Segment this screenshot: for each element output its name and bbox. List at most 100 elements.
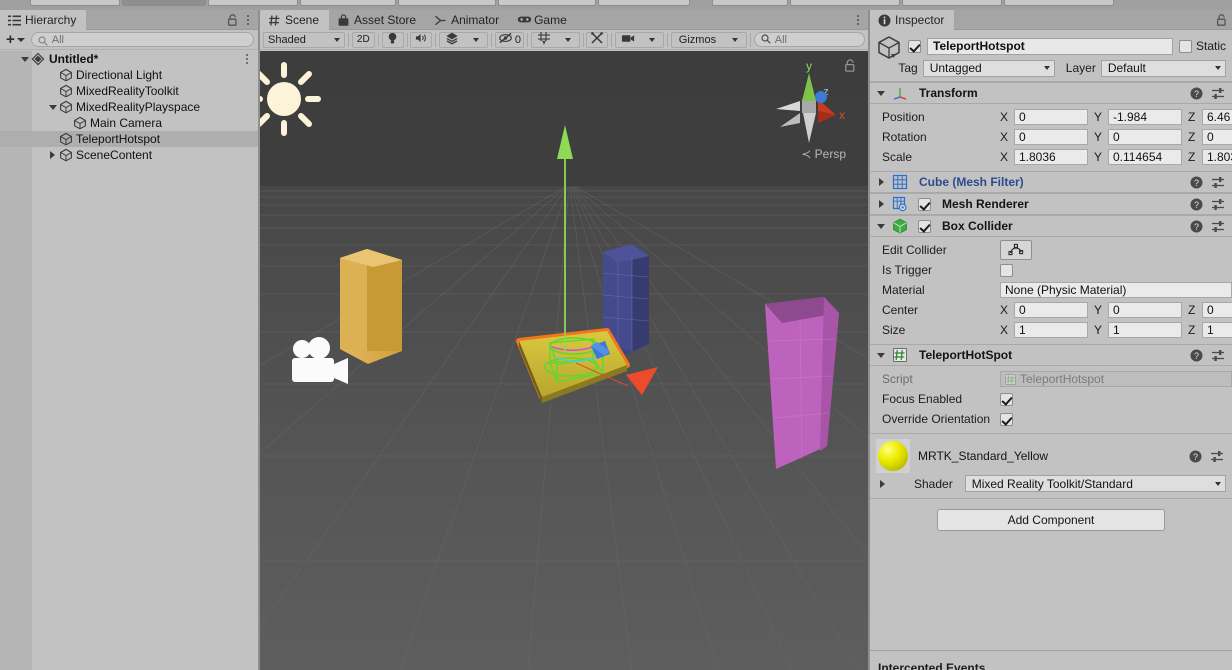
create-object-button[interactable]: + <box>4 32 27 48</box>
tab-game[interactable]: Game <box>509 10 577 30</box>
grid-snap-button[interactable] <box>532 32 556 48</box>
hidden-objects-button[interactable]: 0 <box>494 31 524 48</box>
preset-settings-icon[interactable] <box>1211 349 1225 362</box>
component-header[interactable]: Mesh Renderer? <box>870 193 1232 215</box>
fx-dropdown-group[interactable] <box>439 31 489 48</box>
help-icon[interactable]: ? <box>1190 198 1203 211</box>
object-enabled-checkbox[interactable] <box>908 39 921 53</box>
scene-camera-group[interactable] <box>615 31 665 48</box>
static-checkbox[interactable] <box>1178 39 1192 53</box>
toolbar-rotate-tool[interactable] <box>208 0 298 6</box>
grid-options-button[interactable] <box>557 32 579 48</box>
hierarchy-menu-icon[interactable] <box>242 13 253 27</box>
static-toggle[interactable]: Static <box>1178 39 1226 53</box>
help-icon[interactable]: ? <box>1190 349 1203 362</box>
toolbar-play-button[interactable] <box>712 0 788 6</box>
toolbar-move-tool[interactable] <box>122 0 206 6</box>
lock-icon[interactable] <box>1216 14 1227 26</box>
help-icon[interactable]: ? <box>1190 220 1203 233</box>
component-foldout[interactable] <box>875 352 887 358</box>
hierarchy-item-teleporthotspot[interactable]: TeleportHotspot <box>0 131 258 147</box>
scene-context-menu-icon[interactable] <box>241 52 252 66</box>
component-foldout[interactable] <box>875 178 887 186</box>
field-y[interactable]: 1 <box>1108 322 1182 338</box>
component-header[interactable]: Cube (Mesh Filter)? <box>870 171 1232 193</box>
preset-settings-icon[interactable] <box>1211 87 1225 100</box>
grid-snap-group[interactable] <box>530 31 580 48</box>
help-icon[interactable]: ? <box>1190 87 1203 100</box>
component-enabled-checkbox[interactable] <box>918 197 931 211</box>
field-z[interactable]: 1.80360 <box>1202 149 1232 165</box>
component-foldout[interactable] <box>875 200 887 208</box>
property-checkbox[interactable] <box>1000 412 1013 426</box>
help-icon[interactable]: ? <box>1189 450 1202 463</box>
property-checkbox[interactable] <box>1000 392 1013 406</box>
scene-camera-button[interactable] <box>616 32 640 48</box>
scene-tools-button[interactable] <box>586 31 609 48</box>
add-component-button[interactable]: Add Component <box>937 509 1165 531</box>
object-field[interactable]: None (Physic Material) <box>1000 282 1232 298</box>
toolbar-hand-tool[interactable] <box>30 0 120 6</box>
toggle-2d-button[interactable]: 2D <box>351 31 376 48</box>
scene-search-input[interactable]: All <box>753 32 865 47</box>
tab-inspector[interactable]: Inspector <box>870 10 955 30</box>
field-z[interactable]: 0 <box>1202 302 1232 318</box>
tab-asset-store[interactable]: Asset Store <box>329 10 426 30</box>
preset-settings-icon[interactable] <box>1211 176 1225 189</box>
toolbar-step-button[interactable] <box>902 0 1002 6</box>
toolbar-collab-button[interactable] <box>1004 0 1114 6</box>
field-y[interactable]: 0.114654 <box>1108 149 1182 165</box>
lock-icon[interactable] <box>227 14 238 26</box>
field-z[interactable]: 0 <box>1202 129 1232 145</box>
toolbar-rect-tool[interactable] <box>398 0 496 6</box>
field-y[interactable]: -1.984 <box>1108 109 1182 125</box>
preset-settings-icon[interactable] <box>1210 450 1224 463</box>
scene-menu-icon[interactable] <box>852 13 863 27</box>
help-icon[interactable]: ? <box>1190 176 1203 189</box>
hierarchy-search-input[interactable]: All <box>30 32 254 47</box>
toolbar-pivot-toggle[interactable] <box>598 0 690 6</box>
toggle-audio-button[interactable] <box>410 31 433 48</box>
hierarchy-item-untitled[interactable]: Untitled* <box>0 51 258 67</box>
gizmos-group[interactable]: Gizmos <box>670 31 748 48</box>
script-field[interactable]: TeleportHotspot <box>1000 371 1232 387</box>
scene-lock-icon[interactable] <box>844 59 856 72</box>
hierarchy-tree[interactable]: Untitled* Directional Light MixedRealityTo… <box>0 51 258 670</box>
field-y[interactable]: 0 <box>1108 129 1182 145</box>
field-x[interactable]: 0 <box>1014 302 1088 318</box>
preset-settings-icon[interactable] <box>1211 198 1225 211</box>
hierarchy-item-mixedrealitytoolkit[interactable]: MixedRealityToolkit <box>0 83 258 99</box>
field-z[interactable]: 1 <box>1202 322 1232 338</box>
draw-mode-dropdown[interactable]: Shaded <box>263 31 345 48</box>
toggle-fx-button[interactable] <box>440 32 464 48</box>
property-checkbox[interactable] <box>1000 263 1013 277</box>
material-foldout[interactable] <box>876 479 888 488</box>
shader-dropdown[interactable]: Mixed Reality Toolkit/Standard <box>964 475 1226 492</box>
hierarchy-item-directional-light[interactable]: Directional Light <box>0 67 258 83</box>
field-x[interactable]: 0 <box>1014 109 1088 125</box>
preset-settings-icon[interactable] <box>1211 220 1225 233</box>
foldout-toggle[interactable] <box>46 151 59 159</box>
toolbar-scale-tool[interactable] <box>300 0 396 6</box>
hierarchy-item-main-camera[interactable]: Main Camera <box>0 115 258 131</box>
layer-dropdown[interactable]: Default <box>1100 59 1226 77</box>
gizmos-options-button[interactable] <box>724 32 746 48</box>
tab-scene[interactable]: Scene <box>260 10 330 30</box>
toggle-lighting-button[interactable] <box>381 31 404 48</box>
toolbar-transform-tool[interactable] <box>498 0 596 6</box>
field-z[interactable]: 6.46 <box>1202 109 1232 125</box>
tab-animator[interactable]: Animator <box>426 10 509 30</box>
tab-hierarchy[interactable]: Hierarchy <box>0 10 87 30</box>
component-foldout[interactable] <box>875 223 887 229</box>
foldout-toggle[interactable] <box>18 56 31 62</box>
edit-collider-button[interactable] <box>1000 240 1032 260</box>
field-y[interactable]: 0 <box>1108 302 1182 318</box>
gizmos-button[interactable]: Gizmos <box>672 32 723 48</box>
component-header[interactable]: Transform? <box>870 82 1232 104</box>
tag-dropdown[interactable]: Untagged <box>922 59 1055 77</box>
hierarchy-item-mixedrealityplayspace[interactable]: MixedRealityPlayspace <box>0 99 258 115</box>
component-foldout[interactable] <box>875 90 887 96</box>
foldout-toggle[interactable] <box>46 104 59 110</box>
object-name-input[interactable]: TeleportHotspot <box>927 37 1173 55</box>
scene-camera-options-button[interactable] <box>641 32 663 48</box>
